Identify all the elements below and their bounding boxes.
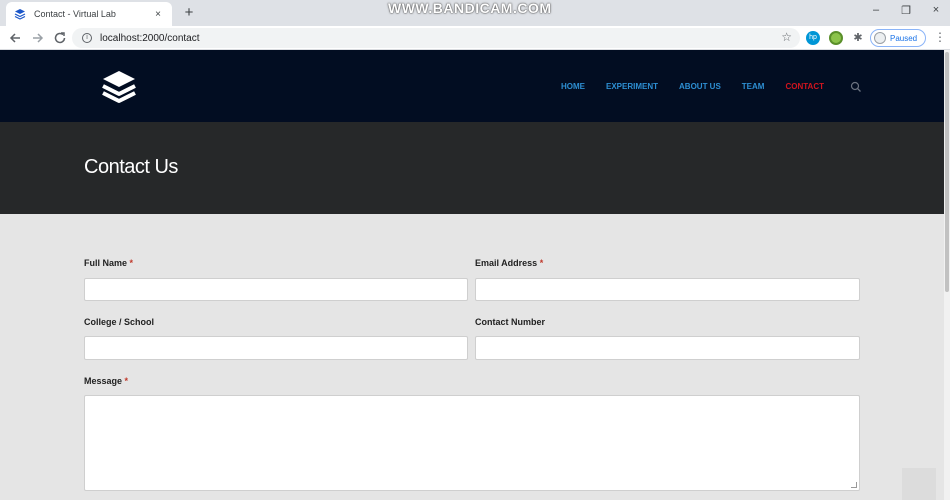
page-scrollbar[interactable] [944,50,950,500]
site-header: HOME EXPERIMENT ABOUT US TEAM CONTACT [0,50,944,122]
back-icon[interactable] [7,30,23,46]
browser-toolbar: i localhost:2000/contact ☆ hp ✱ Paused ⋮ [0,26,950,50]
message-textarea[interactable] [84,395,860,491]
nav-about-us[interactable]: ABOUT US [679,82,721,91]
full-name-label: Full Name * [84,258,134,268]
college-input[interactable] [84,336,468,360]
browser-tab[interactable]: Contact - Virtual Lab × [6,2,172,26]
new-tab-button[interactable]: + [180,4,198,22]
paused-label: Paused [890,33,918,43]
contact-number-input[interactable] [475,336,860,360]
tab-title: Contact - Virtual Lab [34,9,116,19]
layers-icon [14,8,26,20]
close-window-button[interactable]: × [928,4,944,16]
email-label: Email Address * [475,258,544,268]
search-icon[interactable] [850,80,862,92]
resize-grip-icon[interactable] [851,482,857,488]
more-icon[interactable]: ⋮ [934,30,946,44]
browser-tabbar: Contact - Virtual Lab × + WWW.BANDICAM.C… [0,0,950,26]
hp-extension-icon[interactable]: hp [806,31,820,45]
nav-team[interactable]: TEAM [742,82,765,91]
page-hero: Contact Us [0,122,944,214]
nav-contact[interactable]: CONTACT [785,82,824,91]
star-icon[interactable]: ☆ [781,30,792,44]
info-icon[interactable]: i [82,33,92,43]
minimize-button[interactable]: – [868,4,884,16]
reload-icon[interactable] [52,30,68,46]
college-label: College / School [84,317,155,327]
profile-paused-chip[interactable]: Paused [870,29,926,47]
scroll-to-top-button[interactable] [902,468,936,500]
forward-icon[interactable] [30,30,46,46]
nav-experiment[interactable]: EXPERIMENT [606,82,658,91]
contact-form: Full Name * Email Address * College / Sc… [0,214,944,500]
contact-number-label: Contact Number [475,317,546,327]
extensions-icon[interactable]: ✱ [851,31,865,45]
email-input[interactable] [475,278,860,301]
url-text: localhost:2000/contact [100,32,200,44]
page-title: Contact Us [84,156,178,178]
extension-icon[interactable] [829,31,843,45]
layers-logo-icon[interactable] [100,68,138,106]
nav-home[interactable]: HOME [561,82,585,91]
avatar [874,32,886,44]
recording-watermark: WWW.BANDICAM.COM [388,0,552,16]
scrollbar-thumb[interactable] [945,52,949,292]
restore-button[interactable]: ❐ [898,4,914,17]
address-bar[interactable]: i localhost:2000/contact ☆ [72,28,800,48]
tab-close-icon[interactable]: × [152,9,164,20]
full-name-input[interactable] [84,278,468,301]
message-label: Message * [84,376,129,386]
main-nav: HOME EXPERIMENT ABOUT US TEAM CONTACT [561,82,845,91]
